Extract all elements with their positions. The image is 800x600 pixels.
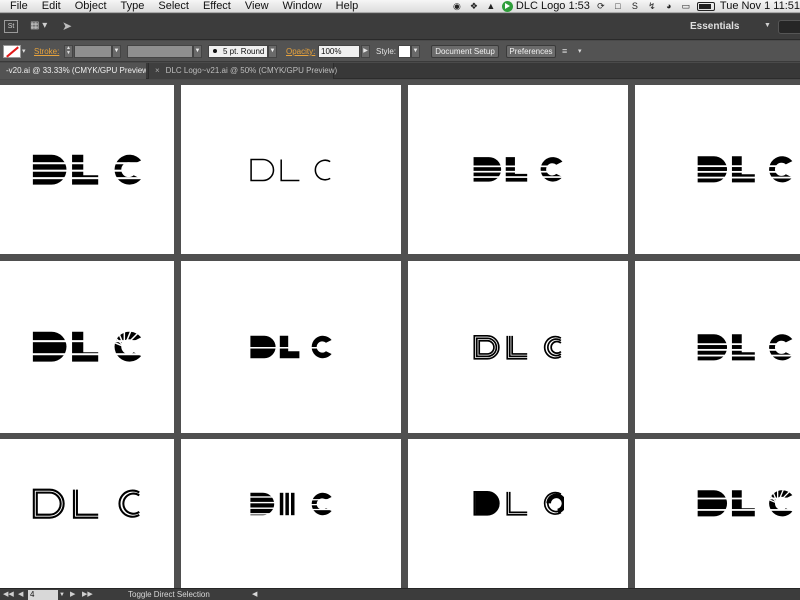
dropbox-upload-icon[interactable]: ▲ — [485, 1, 497, 12]
style-swatch[interactable] — [398, 45, 411, 58]
play-icon — [501, 0, 513, 12]
menu-effect[interactable]: Effect — [196, 0, 238, 13]
opacity-field[interactable]: 100% — [318, 45, 360, 58]
menu-view[interactable]: View — [238, 0, 276, 13]
document-tabs: -v20.ai @ 33.33% (CMYK/GPU Preview) × DLC… — [0, 63, 800, 79]
dlc-logo-artwork[interactable] — [696, 487, 794, 520]
document-setup-button[interactable]: Document Setup — [431, 45, 499, 58]
menu-extras: ◉ ❖ ▲ DLC Logo 1:53 ⟳ □ S ↯ ◕ ▭ Tue Nov … — [451, 0, 800, 12]
tool-status: Toggle Direct Selection — [128, 590, 210, 599]
timer-menu[interactable]: DLC Logo 1:53 — [501, 0, 590, 12]
dlc-logo-artwork[interactable] — [249, 490, 333, 518]
chevron-down-icon[interactable]: ▼ — [764, 22, 771, 29]
prev-artboard-icon[interactable]: ◀ — [18, 590, 23, 600]
dlc-logo-artwork[interactable] — [31, 485, 143, 522]
tab-dlc-logo-v20[interactable]: -v20.ai @ 33.33% (CMYK/GPU Preview) — [0, 63, 146, 79]
menu-edit[interactable]: Edit — [35, 0, 68, 13]
battery-icon[interactable] — [696, 1, 715, 11]
dlc-logo-artwork[interactable] — [696, 153, 794, 186]
artboard[interactable] — [635, 261, 800, 433]
next-artboard-icon[interactable]: ▶ — [70, 590, 75, 600]
profile-dropdown[interactable]: ▼ — [193, 45, 202, 58]
stroke-label[interactable]: Stroke: — [34, 45, 59, 58]
artboard-dropdown-icon[interactable]: ▼ — [58, 590, 66, 600]
menu-object[interactable]: Object — [68, 0, 114, 13]
menu-select[interactable]: Select — [151, 0, 196, 13]
close-icon[interactable]: × — [155, 66, 160, 75]
skype-icon[interactable]: S — [629, 1, 641, 12]
app-logo[interactable]: St — [4, 20, 18, 33]
menu-bar: File Edit Object Type Select Effect View… — [0, 0, 800, 13]
dlc-logo-artwork[interactable] — [696, 331, 794, 364]
dlc-logo-artwork[interactable] — [31, 328, 143, 365]
menu-file[interactable]: File — [0, 0, 35, 13]
menu-help[interactable]: Help — [329, 0, 366, 13]
application-bar: St ▦ ▾ ➤ Essentials ▼ — [0, 14, 800, 40]
dlc-logo-artwork[interactable] — [249, 333, 333, 361]
control-bar: ▾ Stroke: ▲ ▼ ▼ ▼ 5 pt. Round ▼ Opacity: … — [0, 41, 800, 62]
dlc-logo-artwork[interactable] — [31, 151, 143, 188]
sync-icon[interactable]: ⟳ — [595, 1, 607, 12]
stroke-stepper[interactable]: ▲ ▼ — [64, 45, 73, 58]
variable-width-profile[interactable] — [127, 45, 193, 58]
menu-window[interactable]: Window — [276, 0, 329, 13]
tab-dlc-logo-v21[interactable]: × DLC Logo~v21.ai @ 50% (CMYK/GPU Preview… — [148, 63, 337, 79]
tab-label: -v20.ai @ 33.33% (CMYK/GPU Preview) — [6, 66, 146, 75]
scroll-left-icon[interactable]: ◀ — [252, 590, 257, 600]
workspace-switcher[interactable]: Essentials — [690, 21, 739, 32]
artboard[interactable] — [408, 439, 628, 588]
fill-swatch[interactable] — [3, 45, 21, 58]
illustrator-window: File Edit Object Type Select Effect View… — [0, 0, 800, 600]
style-dropdown[interactable]: ▼ — [411, 45, 420, 58]
last-artboard-icon[interactable]: ▶▶ — [82, 590, 93, 600]
align-icon[interactable]: ≡ — [562, 45, 574, 58]
menu-type[interactable]: Type — [114, 0, 152, 13]
preferences-button[interactable]: Preferences — [506, 45, 556, 58]
dlc-logo-artwork[interactable] — [472, 332, 564, 363]
dropbox-icon[interactable]: ❖ — [468, 1, 480, 12]
brush-dot-icon — [213, 49, 217, 53]
canvas[interactable] — [0, 80, 800, 588]
first-artboard-icon[interactable]: ◀◀ — [3, 590, 14, 600]
artboard[interactable] — [408, 85, 628, 254]
artboard[interactable] — [181, 261, 401, 433]
dlc-logo-artwork[interactable] — [472, 154, 564, 185]
airplay-icon[interactable]: ▭ — [680, 1, 692, 12]
artboard[interactable] — [635, 85, 800, 254]
style-label: Style: — [376, 47, 397, 56]
opacity-slider-button[interactable]: ▶ — [361, 45, 370, 58]
arrange-documents-icon[interactable]: ▦ ▾ — [30, 20, 52, 33]
artboard[interactable] — [0, 261, 174, 433]
bolt-icon[interactable]: ↯ — [646, 1, 658, 12]
clock[interactable]: Tue Nov 1 11:51 — [720, 0, 800, 12]
brush-dropdown[interactable]: ▼ — [268, 45, 277, 58]
artboard[interactable] — [0, 85, 174, 254]
opacity-label[interactable]: Opacity: — [286, 45, 315, 58]
brush-label: 5 pt. Round — [223, 47, 265, 56]
artboard-number-field[interactable]: 4 — [28, 590, 58, 600]
dlc-logo-artwork[interactable] — [249, 156, 333, 184]
artboard[interactable] — [635, 439, 800, 588]
artboard[interactable] — [181, 439, 401, 588]
creative-cloud-icon[interactable]: ◉ — [451, 1, 463, 12]
artboard[interactable] — [408, 261, 628, 433]
status-bar: ◀◀ ◀ 4 ▼ ▶ ▶▶ Toggle Direct Selection ◀ — [0, 588, 800, 600]
brush-definition[interactable]: 5 pt. Round — [208, 45, 268, 58]
align-dropdown-icon[interactable]: ▾ — [578, 45, 586, 58]
wifi-icon[interactable]: ◕ — [663, 1, 675, 12]
tab-label: DLC Logo~v21.ai @ 50% (CMYK/GPU Preview) — [165, 66, 338, 75]
dlc-logo-artwork[interactable] — [472, 488, 564, 519]
stroke-weight-field[interactable] — [74, 45, 112, 58]
fill-dropdown-icon[interactable]: ▾ — [22, 45, 30, 58]
artboard[interactable] — [181, 85, 401, 254]
artboard[interactable] — [0, 439, 174, 588]
search-field[interactable] — [778, 20, 800, 34]
timer-label: DLC Logo 1:53 — [515, 0, 590, 12]
send-to-icon[interactable]: ➤ — [62, 19, 76, 33]
stroke-weight-dropdown[interactable]: ▼ — [112, 45, 121, 58]
chat-icon[interactable]: □ — [612, 1, 624, 12]
